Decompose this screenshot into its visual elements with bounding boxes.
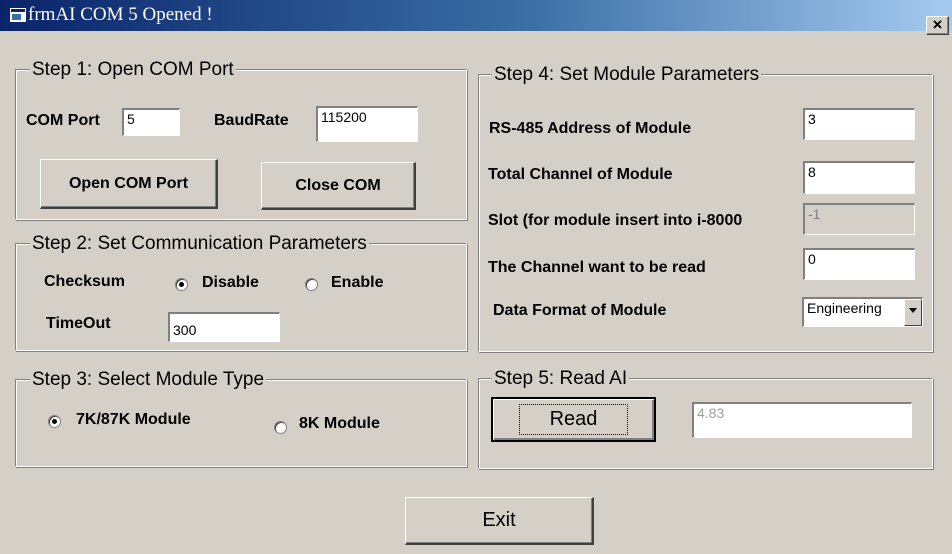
baudrate-label: BaudRate [214, 112, 289, 129]
checksum-disable-label[interactable]: Disable [202, 274, 259, 292]
checksum-enable-radio[interactable] [305, 278, 318, 291]
exit-button[interactable]: Exit [405, 497, 594, 545]
close-com-button[interactable]: Close COM [261, 162, 416, 210]
chevron-down-icon[interactable] [904, 299, 922, 326]
com-port-label: COM Port [26, 112, 100, 129]
title-bar: frmAI COM 5 Opened ! × [0, 0, 952, 35]
slot-input: -1 [803, 203, 915, 235]
timeout-input[interactable]: 300 [168, 312, 280, 342]
module-7k-radio[interactable] [48, 415, 61, 428]
checksum-enable-label[interactable]: Enable [331, 274, 383, 292]
read-button-label: Read [518, 404, 629, 435]
address-input[interactable]: 3 [803, 108, 915, 140]
step3-legend: Step 3: Select Module Type [30, 369, 267, 390]
module-8k-label[interactable]: 8K Module [299, 415, 380, 433]
window-title: frmAI COM 5 Opened ! [28, 4, 213, 25]
step5-legend: Step 5: Read AI [492, 368, 630, 389]
step4-legend: Step 4: Set Module Parameters [492, 64, 762, 85]
timeout-label: TimeOut [46, 315, 111, 332]
channels-input[interactable]: 8 [803, 161, 915, 194]
data-format-select[interactable]: Engineering [802, 297, 923, 327]
checksum-disable-radio[interactable] [175, 278, 188, 291]
read-result-field: 4.83 [692, 402, 912, 438]
read-button[interactable]: Read [491, 397, 656, 442]
app-window-icon [10, 8, 26, 22]
address-label: RS-485 Address of Module [489, 120, 692, 137]
radio-selected-dot [179, 282, 184, 287]
module-8k-radio[interactable] [274, 421, 287, 434]
step1-legend: Step 1: Open COM Port [30, 59, 236, 80]
format-label: Data Format of Module [493, 302, 667, 319]
read-channel-input[interactable]: 0 [803, 248, 915, 280]
checksum-label: Checksum [44, 273, 125, 290]
module-7k-label[interactable]: 7K/87K Module [76, 411, 191, 429]
open-com-port-button[interactable]: Open COM Port [40, 159, 218, 209]
close-button[interactable]: × [926, 16, 949, 35]
data-format-value: Engineering [807, 300, 882, 316]
radio-selected-dot [52, 419, 57, 424]
step2-legend: Step 2: Set Communication Parameters [30, 233, 369, 254]
slot-label: Slot (for module insert into i-8000 [488, 212, 743, 229]
baudrate-input[interactable]: 115200 [316, 106, 418, 142]
read-channel-label: The Channel want to be read [488, 259, 706, 276]
com-port-input[interactable]: 5 [122, 108, 180, 136]
channels-label: Total Channel of Module [488, 166, 673, 183]
close-icon: × [932, 15, 943, 34]
